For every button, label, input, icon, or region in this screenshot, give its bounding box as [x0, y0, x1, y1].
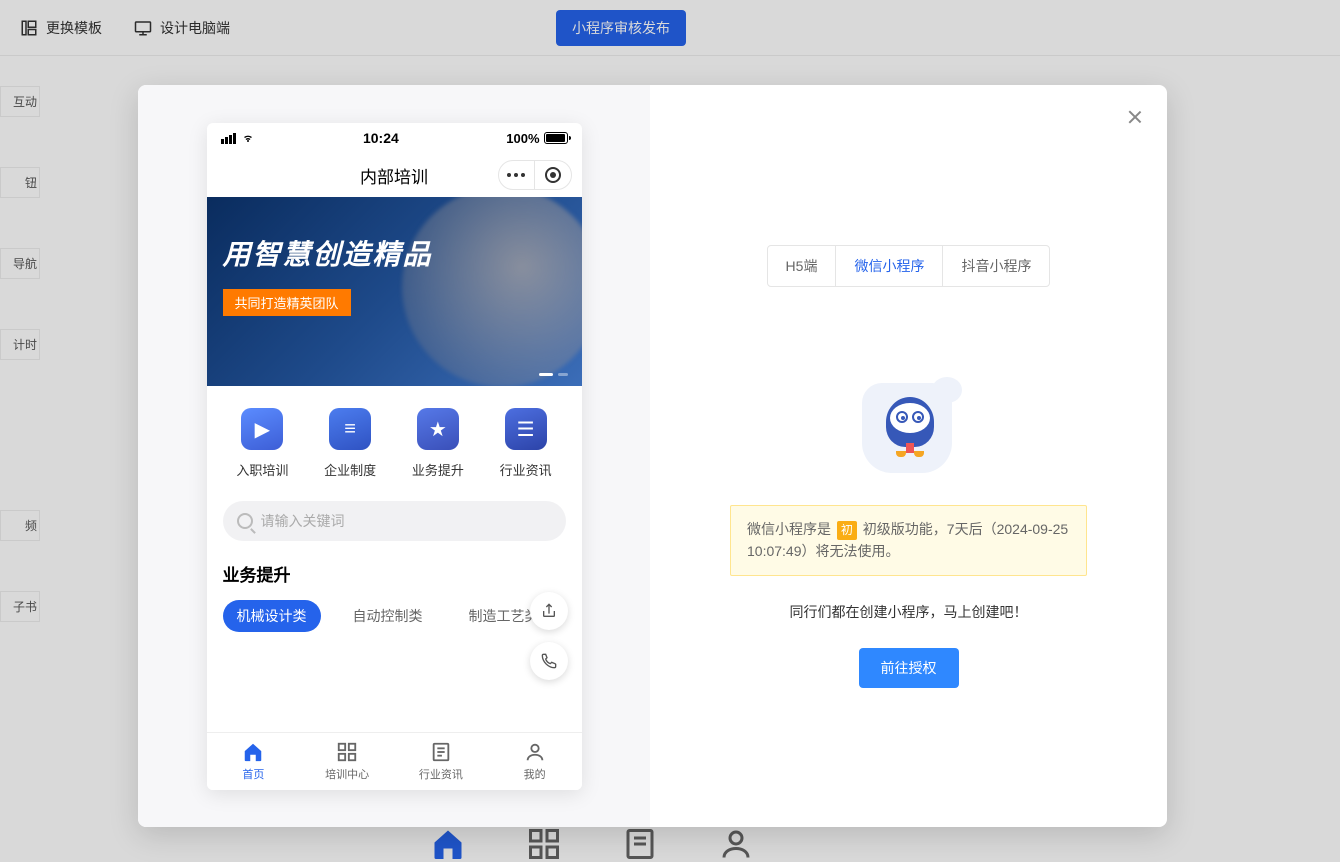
section-title: 业务提升: [207, 541, 582, 600]
modal-preview-pane: 10:24 100% 内部培训 用智慧创造精品 共同打造精英团队: [138, 85, 650, 827]
phone-preview: 10:24 100% 内部培训 用智慧创造精品 共同打造精英团队: [207, 123, 582, 790]
wifi-icon: [240, 132, 256, 144]
phone-title: 内部培训: [360, 163, 428, 188]
grid-icon: [336, 741, 358, 763]
signal-icon: [221, 133, 236, 144]
category-chips: 机械设计类 自动控制类 制造工艺类: [207, 600, 582, 632]
phone-title-bar: 内部培训: [207, 153, 582, 197]
phone-icon: [541, 653, 557, 669]
tab-label: 我的: [524, 766, 546, 782]
search-input[interactable]: 请输入关键词: [223, 501, 566, 541]
battery-percent: 100%: [506, 131, 539, 146]
seg-wechat[interactable]: 微信小程序: [836, 246, 943, 286]
warning-notice: 微信小程序是 初 初级版功能，7天后（2024-09-25 10:07:49）将…: [730, 505, 1087, 576]
tab-news[interactable]: 行业资讯: [394, 733, 488, 790]
phone-status-bar: 10:24 100%: [207, 123, 582, 153]
owl-illustration: [854, 375, 964, 475]
cta-subtext: 同行们都在创建小程序，马上创建吧！: [680, 602, 1137, 622]
news-icon: ☰: [505, 408, 547, 450]
doc-icon: [430, 741, 452, 763]
platform-segment: H5端 微信小程序 抖音小程序: [767, 245, 1051, 287]
play-icon: ▶: [241, 408, 283, 450]
chip-automation[interactable]: 自动控制类: [339, 600, 437, 632]
phone-tabbar: 首页 培训中心 行业资讯 我的: [207, 732, 582, 790]
plan-badge: 初: [837, 521, 857, 540]
capsule-more-button[interactable]: [499, 161, 535, 189]
grid-label: 行业资讯: [500, 460, 552, 479]
user-icon: [524, 741, 546, 763]
grid-item-skills[interactable]: ★ 业务提升: [412, 408, 464, 479]
grid-item-onboarding[interactable]: ▶ 入职培训: [236, 408, 288, 479]
hero-subtitle: 共同打造精英团队: [223, 289, 351, 316]
tab-label: 行业资讯: [419, 766, 463, 782]
grid-item-policy[interactable]: ≡ 企业制度: [324, 408, 376, 479]
tab-home[interactable]: 首页: [207, 733, 301, 790]
floating-actions: [530, 592, 568, 680]
hero-banner[interactable]: 用智慧创造精品 共同打造精英团队: [207, 197, 582, 386]
hero-title: 用智慧创造精品: [223, 233, 566, 273]
search-placeholder: 请输入关键词: [261, 511, 345, 531]
notice-prefix: 微信小程序是: [747, 521, 831, 537]
grid-label: 入职培训: [236, 460, 288, 479]
medal-icon: ★: [417, 408, 459, 450]
carousel-dots: [539, 373, 568, 376]
chip-mechanical[interactable]: 机械设计类: [223, 600, 321, 632]
home-icon: [242, 741, 264, 763]
seg-h5[interactable]: H5端: [768, 246, 837, 286]
tab-profile[interactable]: 我的: [488, 733, 582, 790]
battery-icon: [544, 132, 568, 144]
search-icon: [237, 513, 253, 529]
capsule-close-button[interactable]: [535, 161, 571, 189]
modal-content-pane: H5端 微信小程序 抖音小程序 微信小程序是 初 初级版功能，7天后（2024-…: [650, 85, 1167, 827]
tab-training[interactable]: 培训中心: [300, 733, 394, 790]
nav-icon-grid: ▶ 入职培训 ≡ 企业制度 ★ 业务提升 ☰ 行业资讯: [207, 386, 582, 497]
tab-label: 首页: [242, 766, 264, 782]
authorize-button[interactable]: 前往授权: [859, 648, 959, 688]
list-icon: ≡: [329, 408, 371, 450]
share-icon: [541, 603, 557, 619]
miniapp-capsule: [498, 160, 572, 190]
grid-label: 企业制度: [324, 460, 376, 479]
publish-modal: 10:24 100% 内部培训 用智慧创造精品 共同打造精英团队: [138, 85, 1167, 827]
seg-douyin[interactable]: 抖音小程序: [943, 246, 1049, 286]
close-button[interactable]: [1125, 107, 1145, 127]
share-button[interactable]: [530, 592, 568, 630]
target-icon: [545, 167, 561, 183]
phone-button[interactable]: [530, 642, 568, 680]
grid-item-news[interactable]: ☰ 行业资讯: [500, 408, 552, 479]
tab-label: 培训中心: [325, 766, 369, 782]
status-time: 10:24: [363, 130, 399, 146]
grid-label: 业务提升: [412, 460, 464, 479]
